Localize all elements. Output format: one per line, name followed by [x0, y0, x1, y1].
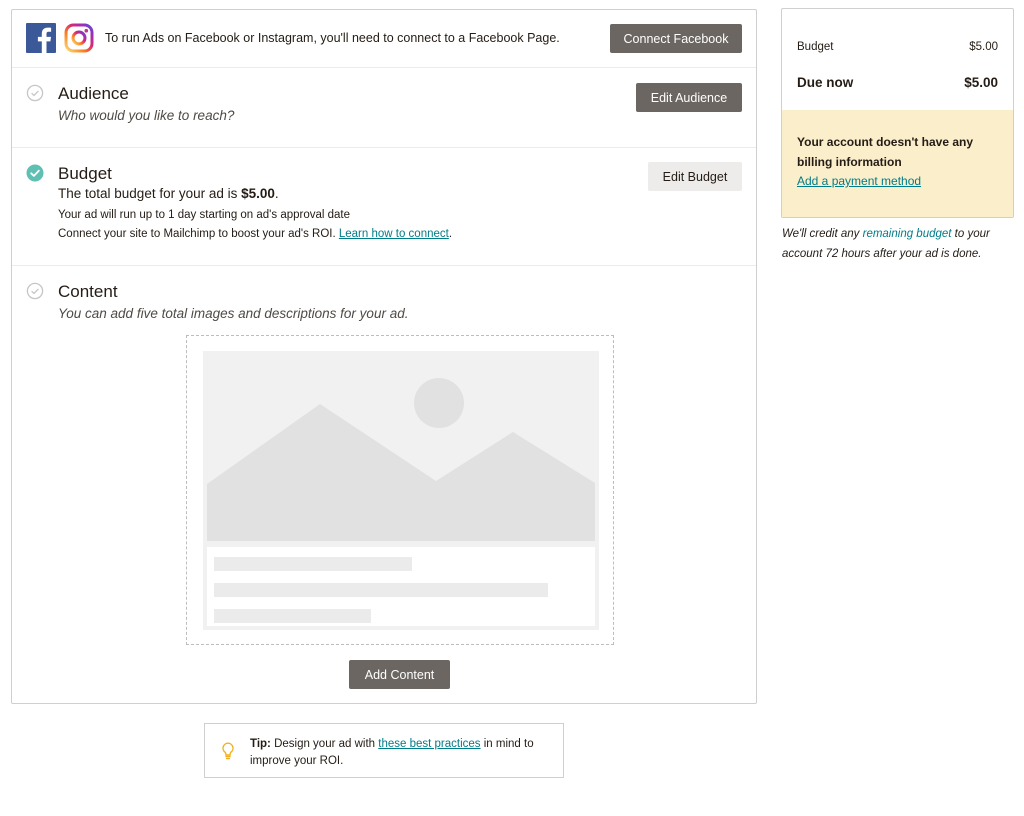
text-line-placeholder [214, 583, 548, 597]
audience-title: Audience [58, 84, 129, 103]
tip-text-before: Design your ad with [270, 738, 379, 750]
billing-warning: Your account doesn't have any billing in… [782, 110, 1013, 217]
order-summary-card: Budget $5.00 Due now $5.00 Your account … [781, 8, 1014, 218]
connect-message: To run Ads on Facebook or Instagram, you… [105, 31, 560, 45]
content-subtitle: You can add five total images and descri… [58, 306, 409, 321]
due-now-value: $5.00 [964, 75, 998, 90]
add-content-button[interactable]: Add Content [349, 660, 450, 689]
content-title: Content [58, 282, 118, 301]
content-section: Content You can add five total images an… [12, 266, 756, 703]
check-circle-icon [26, 164, 44, 182]
credit-note-before: We'll credit any [782, 228, 863, 240]
learn-how-to-connect-link[interactable]: Learn how to connect [339, 228, 449, 240]
budget-duration: Your ad will run up to 1 day starting on… [58, 209, 351, 221]
ad-preview-card [203, 351, 599, 630]
text-line-placeholder [214, 609, 371, 623]
ad-content-placeholder[interactable] [186, 335, 614, 645]
budget-value: $5.00 [969, 41, 998, 53]
budget-row: Budget $5.00 [797, 41, 998, 53]
due-now-label: Due now [797, 75, 854, 90]
budget-label: Budget [797, 41, 834, 53]
budget-connect-note: Connect your site to Mailchimp to boost … [58, 228, 452, 240]
text-line-placeholder [214, 557, 412, 571]
budget-section: Budget The total budget for your ad is $… [12, 148, 756, 266]
ad-text-placeholder [207, 547, 595, 626]
budget-title: Budget [58, 164, 112, 183]
billing-message: Your account doesn't have any billing in… [797, 135, 974, 169]
ad-builder-panel: To run Ads on Facebook or Instagram, you… [11, 9, 757, 704]
edit-audience-button[interactable]: Edit Audience [636, 83, 742, 112]
budget-connect-text: Connect your site to Mailchimp to boost … [58, 228, 339, 240]
due-now-row: Due now $5.00 [797, 75, 998, 90]
audience-subtitle: Who would you like to reach? [58, 108, 235, 123]
budget-amount: $5.00 [241, 186, 275, 201]
check-circle-icon [26, 282, 44, 300]
best-practices-link[interactable]: these best practices [378, 738, 480, 750]
image-placeholder-icon [203, 351, 599, 543]
budget-summary-prefix: The total budget for your ad is [58, 186, 242, 201]
tip-label: Tip: [250, 738, 271, 750]
facebook-logo-icon [26, 23, 56, 53]
connect-facebook-button[interactable]: Connect Facebook [610, 24, 742, 53]
instagram-logo-icon [64, 23, 94, 53]
audience-section: Audience Who would you like to reach? Ed… [12, 68, 756, 148]
budget-connect-suffix: . [448, 228, 453, 240]
tip-text: Tip: Design your ad with these best prac… [250, 736, 555, 770]
lightbulb-icon [222, 742, 234, 760]
check-circle-icon [26, 84, 44, 102]
remaining-budget-link[interactable]: remaining budget [863, 228, 952, 240]
budget-summary-suffix: . [274, 186, 279, 201]
connect-facebook-section: To run Ads on Facebook or Instagram, you… [12, 10, 756, 68]
tip-box: Tip: Design your ad with these best prac… [204, 723, 564, 778]
edit-budget-button[interactable]: Edit Budget [648, 162, 742, 191]
credit-note: We'll credit any remaining budget to you… [782, 224, 1014, 264]
add-payment-method-link[interactable]: Add a payment method [797, 174, 921, 188]
budget-summary: The total budget for your ad is $5.00. [58, 186, 279, 201]
